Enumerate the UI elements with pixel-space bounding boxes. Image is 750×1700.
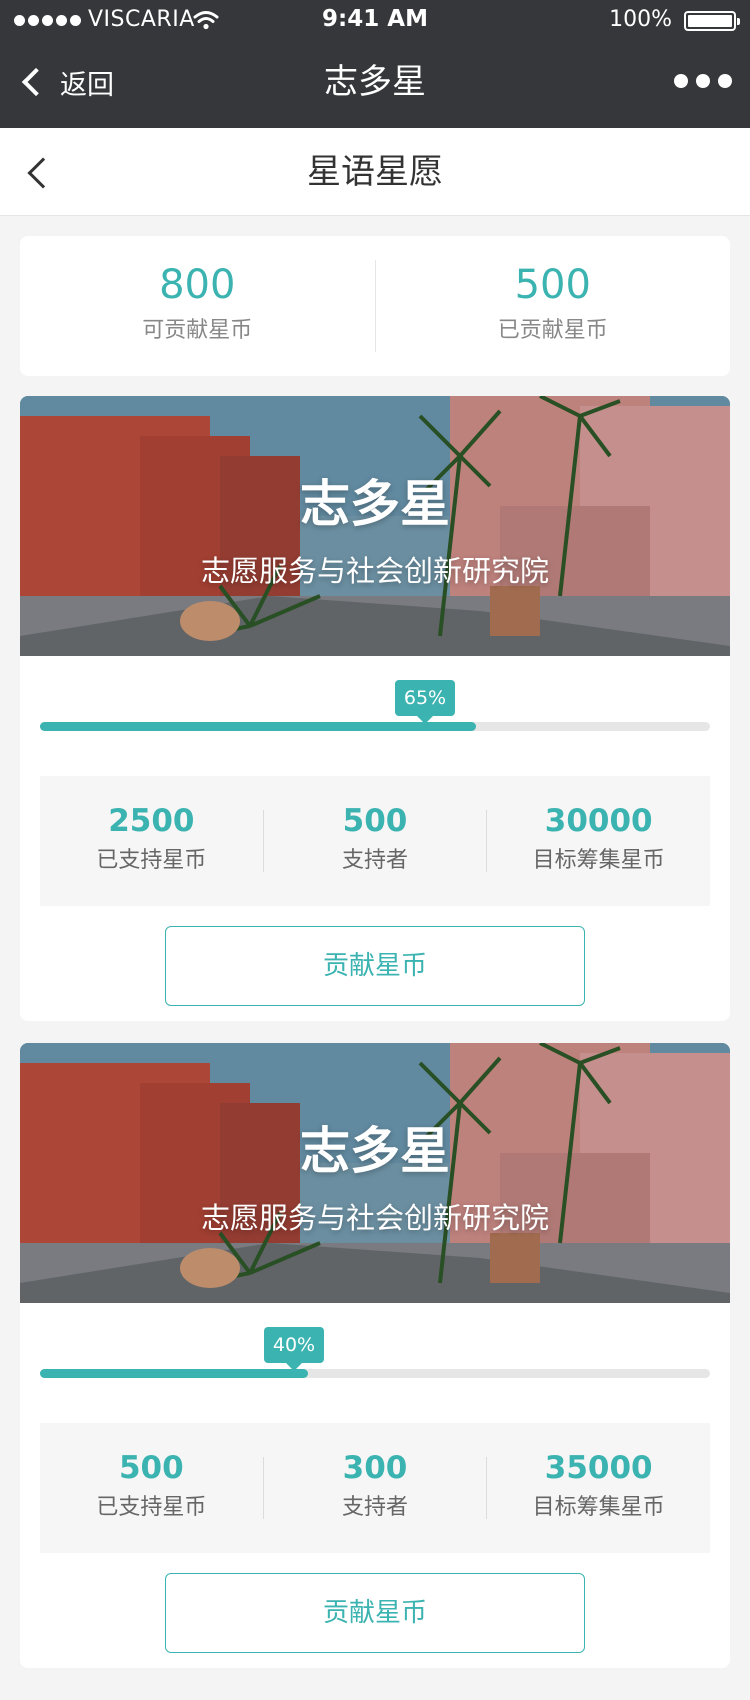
stat-supported-coins: 2500 已支持星币 <box>40 776 263 906</box>
contributed-coins-value: 500 <box>514 262 591 308</box>
star-coin-summary: 800 可贡献星币 500 已贡献星币 <box>20 236 730 376</box>
banner-subtitle: 志愿服务与社会创新研究院 <box>200 554 549 588</box>
page-title: 星语星愿 <box>307 152 443 192</box>
progress-fill <box>40 722 476 731</box>
progress-fill <box>40 1369 308 1378</box>
stat-label: 目标筹集星币 <box>532 1495 665 1520</box>
page-header: 星语星愿 <box>0 128 750 216</box>
stat-value: 2500 <box>108 803 195 839</box>
contributed-coins-label: 已贡献星币 <box>497 318 608 343</box>
banner-title: 志多星 <box>300 475 450 533</box>
progress-percent-badge: 65% <box>395 680 455 724</box>
contribute-coins-button[interactable]: 贡献星币 <box>165 926 585 1006</box>
stat-value: 500 <box>342 803 408 839</box>
app-top-bar: VISCARIA 9:41 AM 100% 返回 志多星 <box>0 0 750 128</box>
available-coins-value: 800 <box>159 262 236 308</box>
progress-track <box>40 1369 710 1378</box>
stat-label: 已支持星币 <box>96 848 207 873</box>
stat-supported-coins: 500 已支持星币 <box>40 1423 263 1553</box>
progress-bar: 40% <box>40 1305 710 1385</box>
stat-label: 已支持星币 <box>96 1495 207 1520</box>
project-banner: 志多星 志愿服务与社会创新研究院 <box>20 396 730 656</box>
project-stats: 500 已支持星币 300 支持者 35000 目标筹集星币 <box>40 1423 710 1553</box>
stat-supporters: 500 支持者 <box>264 776 487 906</box>
stat-target-coins: 30000 目标筹集星币 <box>487 776 710 906</box>
stat-supporters: 300 支持者 <box>264 1423 487 1553</box>
project-banner: 志多星 志愿服务与社会创新研究院 <box>20 1043 730 1303</box>
stat-label: 支持者 <box>342 848 409 873</box>
stat-value: 35000 <box>544 1450 653 1486</box>
progress-percent-badge: 40% <box>264 1327 324 1371</box>
stat-value: 30000 <box>544 803 653 839</box>
available-coins-label: 可贡献星币 <box>142 318 253 343</box>
progress-track <box>40 722 710 731</box>
banner-title: 志多星 <box>300 1122 450 1180</box>
project-card[interactable]: 志多星 志愿服务与社会创新研究院 65% 2500 已支持星币 500 支持者 … <box>20 396 730 1021</box>
more-options-icon[interactable] <box>674 74 732 88</box>
progress-bar: 65% <box>40 658 710 738</box>
stat-value: 300 <box>342 1450 408 1486</box>
status-bar: VISCARIA 9:41 AM 100% <box>0 0 750 40</box>
stat-value: 500 <box>118 1450 184 1486</box>
contribute-coins-button[interactable]: 贡献星币 <box>165 1573 585 1653</box>
banner-subtitle: 志愿服务与社会创新研究院 <box>200 1201 549 1235</box>
project-stats: 2500 已支持星币 500 支持者 30000 目标筹集星币 <box>40 776 710 906</box>
stat-label: 目标筹集星币 <box>532 848 665 873</box>
project-card[interactable]: 志多星 志愿服务与社会创新研究院 40% 500 已支持星币 300 支持者 3… <box>20 1043 730 1668</box>
available-coins: 800 可贡献星币 <box>20 236 375 376</box>
stat-label: 支持者 <box>342 1495 409 1520</box>
battery-icon <box>684 11 740 31</box>
stat-target-coins: 35000 目标筹集星币 <box>487 1423 710 1553</box>
wechat-title: 志多星 <box>324 62 426 102</box>
battery-percent: 100% <box>609 7 672 32</box>
contributed-coins: 500 已贡献星币 <box>376 236 731 376</box>
wechat-nav-bar: 返回 志多星 <box>0 40 750 128</box>
